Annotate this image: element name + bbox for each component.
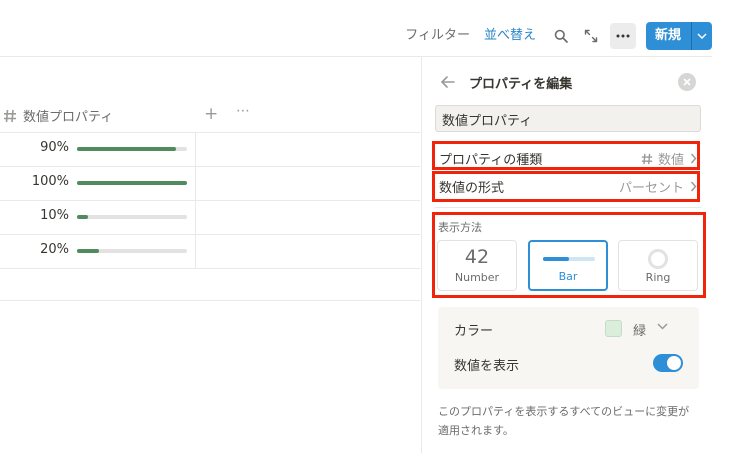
chevron-down-icon[interactable] (692, 33, 712, 39)
percent-value: 90% (40, 140, 69, 155)
expand-icon[interactable] (580, 25, 602, 47)
progress-bar (77, 181, 187, 185)
search-icon[interactable] (550, 25, 572, 47)
chevron-down-icon[interactable] (657, 323, 668, 330)
progress-fill (77, 249, 99, 253)
highlight-box-display-method (432, 212, 706, 298)
table-row[interactable]: 10% (0, 200, 420, 234)
add-column-button[interactable]: + (204, 104, 218, 124)
show-number-label: 数値を表示 (454, 359, 520, 374)
percent-value: 100% (31, 174, 69, 189)
panel-divider (435, 207, 701, 208)
cell-divider (195, 132, 196, 166)
more-options-button[interactable] (609, 23, 636, 49)
cell-divider (195, 200, 196, 234)
column-more-icon[interactable]: ⋯ (236, 103, 250, 119)
progress-bar (77, 249, 187, 253)
table-row[interactable]: 100% (0, 166, 420, 200)
progress-bar (77, 147, 187, 151)
more-icon (616, 34, 630, 38)
color-swatch[interactable] (605, 320, 622, 337)
view-toolbar: フィルター 並べ替え 新規 (405, 22, 712, 50)
color-value[interactable]: 緑 (633, 320, 646, 339)
cell-divider (195, 234, 196, 268)
column-header[interactable]: 数値プロパティ + ⋯ (0, 103, 420, 129)
new-button[interactable]: 新規 (645, 22, 712, 50)
row-divider (0, 268, 420, 269)
toggle-knob (667, 356, 681, 370)
progress-fill (77, 181, 187, 185)
color-label: カラー (454, 324, 494, 339)
table-bottom-divider (0, 300, 420, 301)
back-arrow-icon[interactable] (440, 74, 456, 90)
property-name-input[interactable]: 数値プロパティ (435, 105, 701, 132)
progress-fill (77, 215, 88, 219)
percent-value: 10% (40, 208, 69, 223)
filter-button[interactable]: フィルター (405, 22, 470, 50)
panel-title: プロパティを編集 (469, 77, 573, 92)
sort-button[interactable]: 並べ替え (484, 22, 536, 50)
table-row[interactable]: 90% (0, 132, 420, 166)
table-row[interactable]: 20% (0, 234, 420, 268)
panel-footer-note: このプロパティを表示するすべてのビューに変更が適用されます。 (438, 405, 690, 437)
percent-value: 20% (40, 242, 69, 257)
highlight-box-number-format (432, 171, 700, 202)
progress-bar (77, 215, 187, 219)
highlight-box-property-type (432, 141, 700, 170)
close-icon[interactable] (678, 73, 696, 91)
hash-icon (4, 109, 16, 123)
column-title: 数値プロパティ (23, 110, 114, 125)
cell-divider (195, 166, 196, 200)
show-number-toggle[interactable] (653, 354, 683, 372)
display-settings-box: カラー 緑 数値を表示 (438, 307, 699, 389)
progress-fill (77, 147, 176, 151)
new-button-label: 新規 (654, 28, 681, 43)
